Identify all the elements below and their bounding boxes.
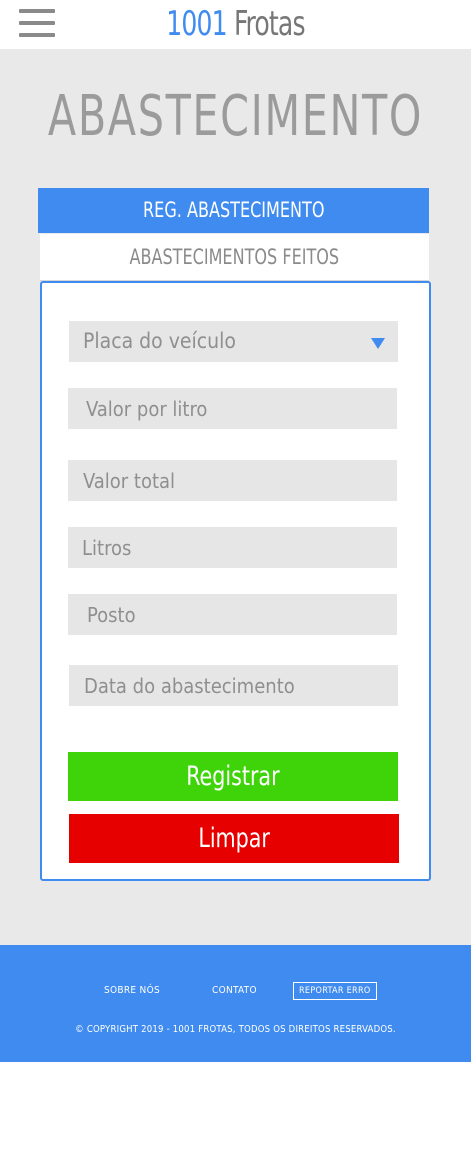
tab-history-label: ABASTECIMENTOS FEITOS: [129, 245, 340, 269]
footer-link-about[interactable]: SOBRE NÓS: [104, 985, 160, 997]
copyright-text: © COPYRIGHT 2019 - 1001 FROTAS, TODOS OS…: [75, 1024, 396, 1035]
report-error-button[interactable]: REPORTAR ERRO: [293, 982, 377, 1000]
gas-station-field[interactable]: [68, 594, 397, 635]
dropdown-arrow-icon: [371, 338, 385, 349]
total-value-input[interactable]: [68, 460, 397, 501]
clear-button[interactable]: Limpar: [69, 814, 399, 863]
logo-word: Frotas: [233, 4, 306, 44]
total-value-field[interactable]: [68, 460, 397, 501]
page-footer: SOBRE NÓS CONTATO REPORTAR ERRO © COPYRI…: [0, 945, 471, 1062]
gas-station-input[interactable]: [68, 594, 397, 635]
register-button-label: Registrar: [186, 761, 280, 792]
refuel-form: Placa do veículo Registrar Limpar: [40, 281, 431, 881]
footer-link-contact[interactable]: CONTATO: [212, 985, 257, 997]
vehicle-plate-select-value: Placa do veículo: [83, 329, 236, 353]
top-header: 1001 Frotas: [0, 0, 471, 49]
tab-refuel-history[interactable]: ABASTECIMENTOS FEITOS: [40, 234, 429, 281]
tab-register-refuel[interactable]: REG. ABASTECIMENTO: [38, 188, 429, 233]
app-logo[interactable]: 1001 Frotas: [42, 2, 428, 46]
price-per-liter-input[interactable]: [68, 388, 397, 429]
liters-field[interactable]: [68, 527, 397, 568]
tab-register-label: REG. ABASTECIMENTO: [142, 198, 325, 222]
register-button[interactable]: Registrar: [68, 752, 398, 801]
vehicle-plate-select[interactable]: Placa do veículo: [69, 321, 398, 362]
clear-button-label: Limpar: [198, 823, 270, 854]
refuel-date-input[interactable]: [69, 665, 398, 706]
logo-number: 1001: [166, 4, 227, 44]
liters-input[interactable]: [68, 527, 397, 568]
page-title: ABASTECIMENTO: [47, 84, 424, 149]
price-per-liter-field[interactable]: [68, 388, 397, 429]
refuel-date-field[interactable]: [69, 665, 398, 706]
main-content: ABASTECIMENTO REG. ABASTECIMENTO ABASTEC…: [0, 49, 471, 945]
